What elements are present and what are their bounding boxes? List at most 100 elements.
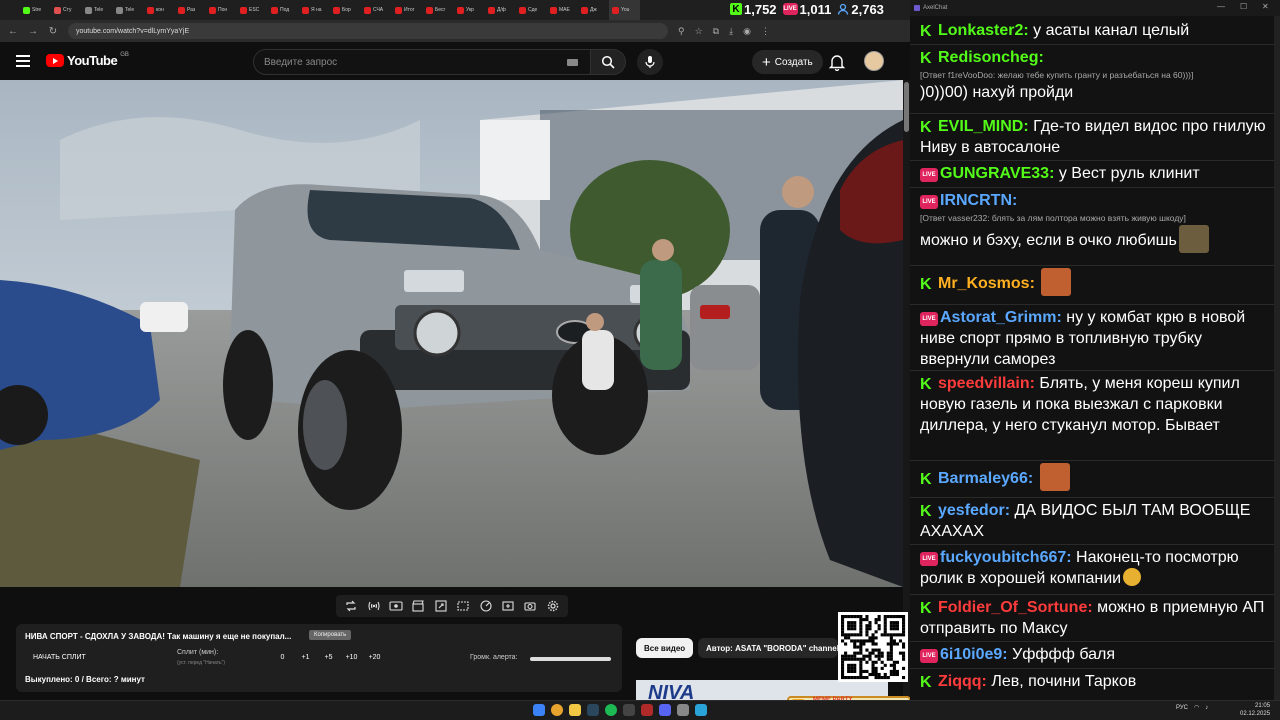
chat-separator: [910, 497, 1274, 498]
browser-tab[interactable]: Tele: [113, 0, 144, 20]
speedometer-icon[interactable]: [479, 599, 493, 613]
browser-tab[interactable]: Д/ф: [485, 0, 516, 20]
chrome-icon[interactable]: [551, 704, 563, 716]
back-icon[interactable]: ←: [8, 26, 18, 37]
scrollbar-thumb[interactable]: [904, 82, 909, 132]
bookmark-star-icon[interactable]: ☆: [695, 26, 703, 37]
profile-icon[interactable]: ◉: [743, 26, 751, 37]
browser-tab[interactable]: Раз: [175, 0, 206, 20]
voice-search-button[interactable]: [637, 49, 663, 75]
search-input[interactable]: Введите запрос: [253, 49, 593, 75]
start-split-button[interactable]: НАЧАТЬ СПЛИТ: [33, 654, 86, 661]
alert-volume-slider[interactable]: [530, 657, 611, 661]
browser-tab[interactable]: You: [609, 0, 640, 20]
browser-tab[interactable]: МАЕ: [547, 0, 578, 20]
telegram-icon[interactable]: [695, 704, 707, 716]
chat-nickname[interactable]: Redisoncheg: [938, 49, 1038, 66]
chat-nickname[interactable]: GUNGRAVE33: [940, 165, 1049, 182]
close-icon[interactable]: ✕: [1262, 2, 1269, 11]
hamburger-menu-icon[interactable]: [16, 55, 30, 67]
keyboard-icon[interactable]: [567, 59, 578, 66]
chat-nickname[interactable]: Barmaley66: [938, 470, 1028, 487]
discord-icon[interactable]: [659, 704, 671, 716]
film-strip-icon[interactable]: [456, 599, 470, 613]
browser-tab[interactable]: Дж: [578, 0, 609, 20]
create-button[interactable]: + Создать: [752, 50, 823, 74]
language-indicator[interactable]: РУС: [1176, 705, 1188, 711]
camera-icon[interactable]: [523, 599, 537, 613]
settings-gear-icon[interactable]: [546, 599, 560, 613]
reload-icon[interactable]: ↻: [48, 26, 58, 37]
chat-nickname[interactable]: Ziqqq: [938, 673, 982, 690]
chat-scrollbar[interactable]: [1274, 16, 1280, 700]
browser-tab[interactable]: Сту: [51, 0, 82, 20]
split-btn-plus10[interactable]: +10: [340, 654, 363, 661]
author-chip[interactable]: Автор: ASATA "BORODA" channel: [698, 638, 838, 658]
search-button[interactable]: [590, 49, 626, 75]
page-scrollbar[interactable]: [903, 80, 910, 700]
system-clock[interactable]: 21:05 02.12.2025: [1240, 702, 1270, 718]
app-red-icon[interactable]: [641, 704, 653, 716]
obs-icon[interactable]: [623, 704, 635, 716]
clapperboard-icon[interactable]: [411, 599, 425, 613]
zoom-icon[interactable]: ⚲: [678, 26, 685, 37]
browser-tab[interactable]: Итог: [392, 0, 423, 20]
screen-eye-icon[interactable]: [389, 599, 403, 613]
browser-tab[interactable]: СЧА: [361, 0, 392, 20]
volume-icon[interactable]: ♪: [1205, 705, 1208, 711]
split-btn-plus1[interactable]: +1: [294, 654, 317, 661]
extensions-icon[interactable]: ⧉: [713, 26, 719, 37]
loop-icon[interactable]: [344, 599, 358, 613]
browser-tab[interactable]: Stre: [20, 0, 51, 20]
chat-nickname[interactable]: Mr_Kosmos: [938, 275, 1030, 292]
split-btn-plus20[interactable]: +20: [363, 654, 386, 661]
chat-nickname[interactable]: 6i10i0e9: [940, 646, 1002, 663]
browser-tab[interactable]: Бор: [330, 0, 361, 20]
forward-icon[interactable]: →: [28, 26, 38, 37]
chat-nickname[interactable]: Lonkaster2: [938, 22, 1023, 39]
notifications-bell-icon[interactable]: [828, 53, 846, 71]
browser-tab[interactable]: Сде: [516, 0, 547, 20]
resize-icon[interactable]: [434, 599, 448, 613]
app-gray-icon[interactable]: [677, 704, 689, 716]
bought-status: Выкуплено: 0 / Всего: ? минут: [25, 675, 145, 684]
chat-nickname[interactable]: yesfedor: [938, 502, 1005, 519]
browser-tab[interactable]: кон: [144, 0, 175, 20]
browser-tab[interactable]: Под: [268, 0, 299, 20]
menu-dots-icon[interactable]: ⋮: [761, 26, 770, 37]
chat-nickname[interactable]: EVIL_MIND: [938, 118, 1023, 135]
wifi-icon[interactable]: ◠: [1194, 704, 1199, 711]
video-player[interactable]: [0, 80, 903, 587]
split-hint: (уст. перед "Начать"): [177, 660, 226, 666]
audio-waves-icon[interactable]: [367, 599, 381, 613]
browser-tab[interactable]: Укр: [454, 0, 485, 20]
browser-tab[interactable]: Пон: [206, 0, 237, 20]
chat-emote-icon: [1178, 225, 1209, 253]
file-explorer-icon[interactable]: [569, 704, 581, 716]
youtube-logo[interactable]: YouTube GB: [46, 52, 129, 68]
browser-tab[interactable]: Tele: [82, 0, 113, 20]
chat-nickname[interactable]: fuckyoubitch667: [940, 549, 1066, 566]
all-videos-chip[interactable]: Все видео: [636, 638, 694, 658]
account-avatar[interactable]: [864, 51, 884, 71]
windows-start-icon[interactable]: [533, 704, 545, 716]
url-field[interactable]: youtube.com/watch?v=dlLymYyaYjE: [68, 23, 668, 39]
browser-tab[interactable]: Бесг: [423, 0, 454, 20]
add-screen-icon[interactable]: [501, 599, 515, 613]
steam-icon[interactable]: [587, 704, 599, 716]
minimize-icon[interactable]: —: [1217, 2, 1225, 11]
chat-nickname[interactable]: Astorat_Grimm: [940, 309, 1056, 326]
tab-label: Укр: [466, 7, 474, 13]
maximize-icon[interactable]: ☐: [1240, 2, 1247, 11]
spotify-icon[interactable]: [605, 704, 617, 716]
chat-nickname[interactable]: speedvillain: [938, 375, 1030, 392]
chat-nickname[interactable]: IRNCRTN: [940, 192, 1012, 209]
browser-tab[interactable]: ESC: [237, 0, 268, 20]
split-btn-plus5[interactable]: +5: [317, 654, 340, 661]
browser-tab[interactable]: Я на: [299, 0, 330, 20]
download-icon[interactable]: ⤓: [729, 26, 733, 37]
tab-favicon-icon: [364, 6, 371, 14]
chat-nickname[interactable]: Foldier_Of_Sortune: [938, 599, 1087, 616]
copy-button[interactable]: Копировать: [309, 630, 352, 640]
split-btn-0[interactable]: 0: [271, 654, 294, 661]
